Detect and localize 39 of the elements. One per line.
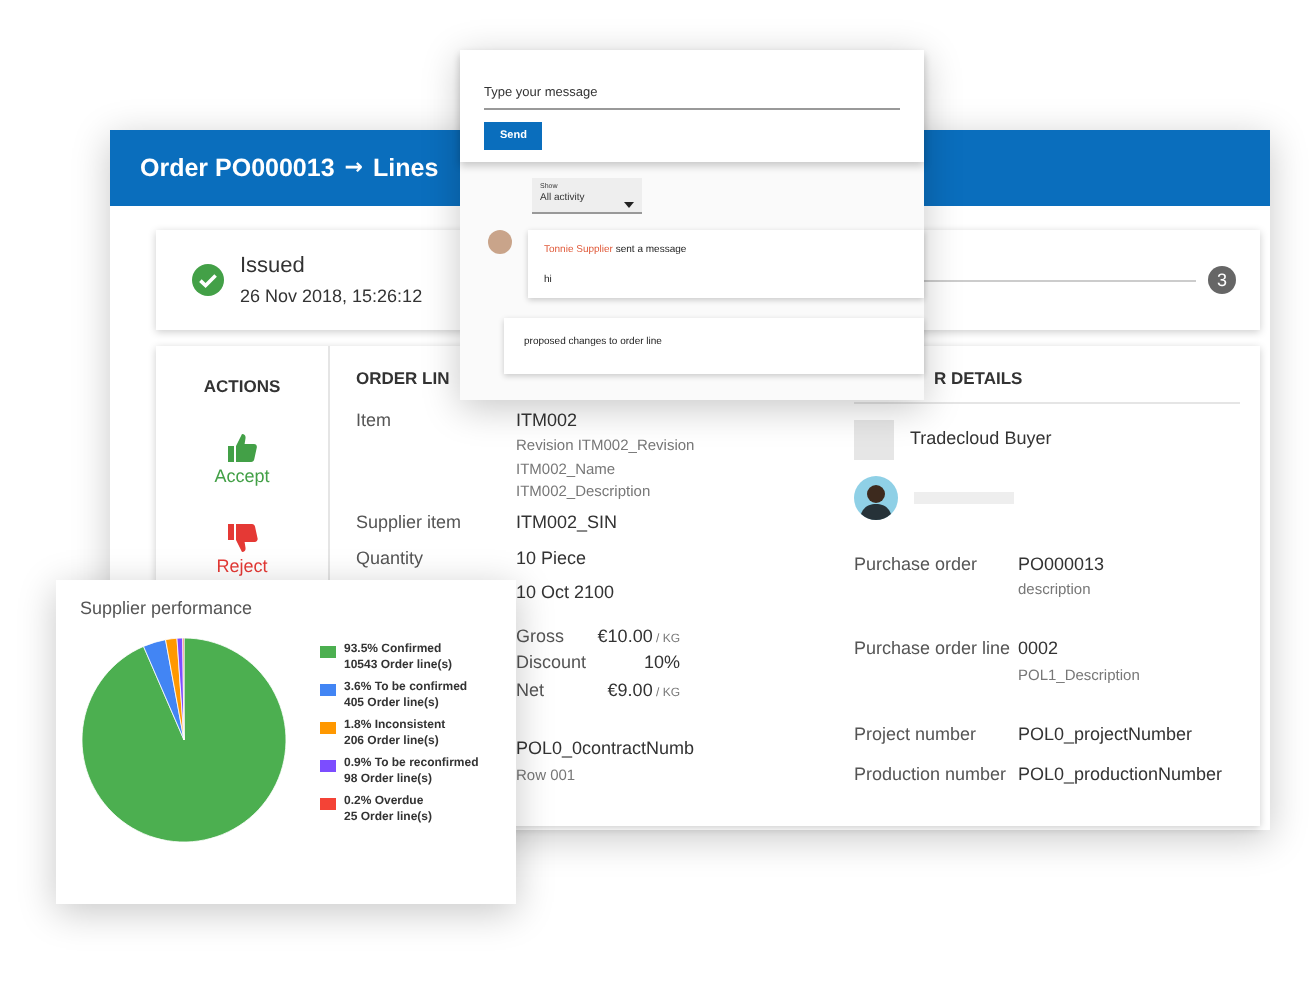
field-value: POL0_projectNumber — [1018, 722, 1193, 748]
section-title: R DETAILS — [934, 368, 1023, 388]
field-label: Item — [356, 409, 392, 430]
price-label: Gross — [516, 623, 565, 649]
company-name: Tradecloud Buyer — [910, 425, 1052, 452]
reject-button[interactable]: Reject — [216, 522, 268, 582]
field-value: ITM002 — [516, 407, 580, 434]
avatar-icon — [854, 475, 898, 519]
status-label: Issued — [240, 252, 307, 282]
section-title: Lines — [373, 151, 439, 186]
field-label: Project number — [854, 724, 977, 744]
thumbs-down-icon — [225, 522, 258, 555]
field-value: 10 Oct 2100 — [516, 580, 615, 606]
field-label: Quantity — [356, 547, 424, 567]
field-label: Purchase order line — [854, 638, 1011, 659]
price-value: 10% — [643, 650, 680, 676]
accept-button[interactable]: Accept — [214, 431, 270, 491]
field-value: POL0_productionNumber — [1018, 761, 1223, 788]
caret-icon — [624, 201, 634, 208]
step-badge: 3 — [1208, 266, 1236, 294]
chart-title: Supplier performance — [80, 596, 255, 622]
field-label: Supplier item — [356, 512, 462, 532]
order-link[interactable]: Order PO000013 — [140, 149, 335, 187]
field-label: Production number — [854, 763, 1007, 783]
status-date: 26 Nov 2018, 15:26:12 — [240, 283, 423, 309]
section-title: ORDER LIN — [356, 366, 452, 392]
actions-title: ACTIONS — [203, 374, 281, 400]
field-label: Purchase order — [854, 553, 978, 573]
field-value: 0002 — [1018, 636, 1061, 663]
avatar — [488, 229, 512, 254]
arrow-text: → — [344, 151, 364, 184]
field-value: ITM002_SIN — [516, 510, 618, 536]
logo-placeholder — [854, 419, 894, 459]
field-value: 10 Piece — [516, 545, 587, 571]
price-label: Discount — [516, 650, 587, 676]
field-value: PO000013 — [1018, 551, 1105, 577]
price-label: Net — [516, 677, 545, 703]
contract-number: POL0_0contractNumb — [516, 736, 697, 762]
thumbs-up-icon — [225, 431, 258, 464]
